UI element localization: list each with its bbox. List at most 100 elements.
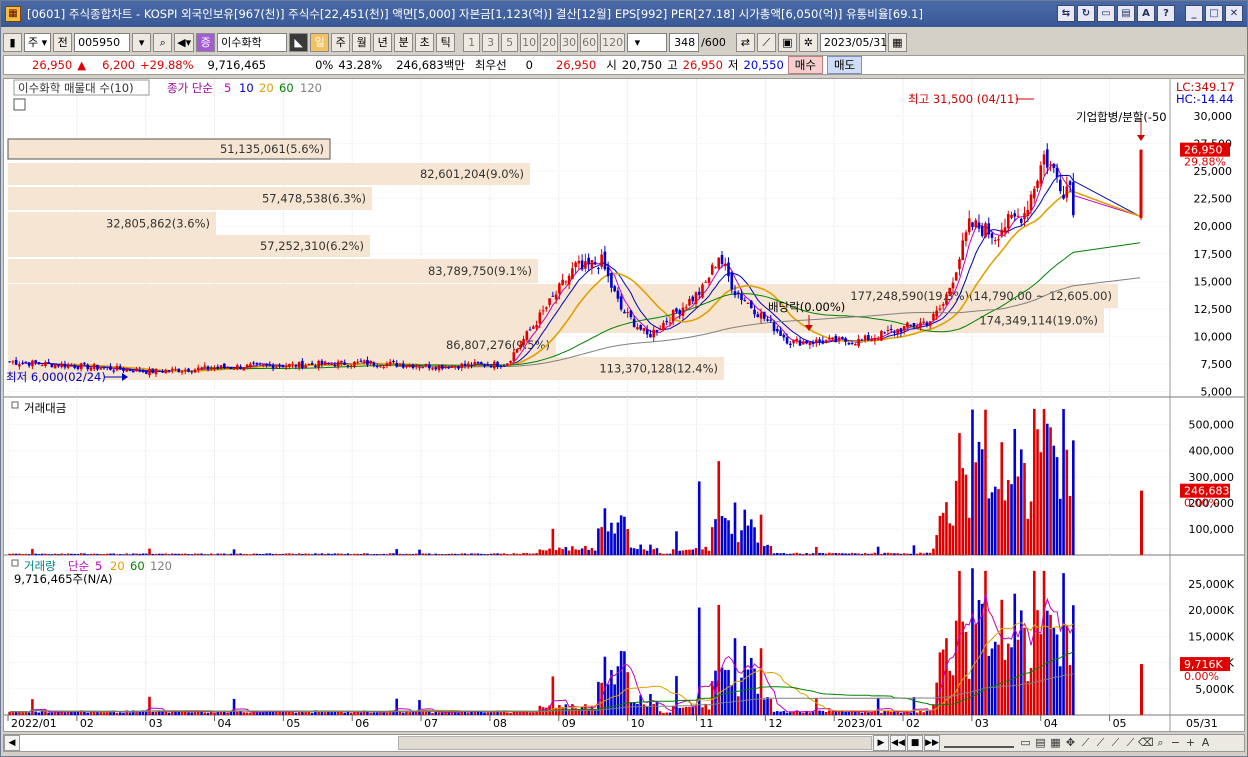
speaker-icon[interactable]: ◀▾ [174,32,195,52]
zoom-out-icon[interactable]: − [1168,735,1183,751]
amount-bar [593,550,597,555]
refresh-icon[interactable]: ↻ [1077,5,1095,22]
help-icon[interactable]: ? [1157,5,1175,22]
amount-bar [1003,500,1007,555]
candle-body [1013,213,1017,217]
rewind-icon[interactable]: ◀◀ [890,735,906,751]
erase-icon[interactable]: ⌫ [1138,735,1154,751]
zoom-icon[interactable]: ⌕ [1153,735,1168,751]
prev-button[interactable]: 전 [53,32,73,52]
amount-bar [512,553,516,555]
tool-line-icon[interactable]: ⟋ [756,32,776,52]
trend-icon-4[interactable]: ⟋ [1123,735,1138,751]
tool-arrow-icon[interactable]: ⇄ [735,32,755,52]
save-icon[interactable]: ▣ [777,32,797,52]
speed-slider[interactable] [944,738,1014,748]
link-icon[interactable]: ⇆ [1057,5,1075,22]
interval-120[interactable]: 120 [600,32,626,52]
period-tick[interactable]: 틱 [436,32,456,52]
panel-2-icon[interactable]: ▤ [1033,735,1048,751]
date-input[interactable]: 2023/05/31 [819,32,887,52]
search-icon[interactable]: ⌕ [153,32,173,52]
count-input[interactable]: 348 [669,32,700,52]
scroll-thumb[interactable] [398,736,872,750]
candle-body [37,362,41,365]
amount-bar [401,554,405,555]
amount-bar [649,544,652,555]
maximize-button[interactable]: □ [1205,5,1223,22]
zoom-in-icon[interactable]: + [1183,735,1198,751]
type-select[interactable]: 주 ▾ [24,32,52,52]
candle-body [245,364,249,368]
high-price: 26,950 [682,58,723,72]
scroll-left-button[interactable]: ◀ [4,735,20,751]
period-minute[interactable]: 분 [394,32,414,52]
interval-30[interactable]: 30 [560,32,579,52]
settings-icon[interactable]: ✲ [798,32,818,52]
scroll-track[interactable] [20,735,872,751]
x-tick-label: 07 [424,717,438,730]
close-button[interactable]: ✕ [1225,5,1243,22]
lock-icon[interactable]: ▮ [3,32,22,52]
buy-button[interactable]: 매수 [787,56,823,74]
amount-bar [343,554,346,555]
minimize-button[interactable]: _ [1185,5,1203,22]
expand-icon[interactable]: ◣ [289,32,309,52]
volume-bar [993,641,997,715]
amount-bar [375,554,379,555]
stock-name-field[interactable]: 이수화학 [217,32,288,52]
amount-bar [772,553,776,555]
interval-custom-input[interactable]: ▾ [627,32,668,52]
candle-body [154,369,158,375]
trend-icon-3[interactable]: ⟋ [1108,735,1123,751]
calendar-icon[interactable]: ▦ [887,32,907,52]
volume-bar [24,712,28,715]
interval-60[interactable]: 60 [580,32,599,52]
trend-icon-2[interactable]: ⟋ [1093,735,1108,751]
candle-body [896,329,899,335]
volume-bar [688,706,691,715]
amount-bar [808,553,812,555]
code-input[interactable]: 005950 [74,32,131,52]
amount-bar [1013,428,1017,555]
forward-icon[interactable]: ▶▶ [924,735,940,751]
auto-scale-icon[interactable]: A [1198,735,1213,751]
period-second[interactable]: 초 [415,32,435,52]
dropdown-icon[interactable]: ▾ [132,32,152,52]
volume-bar [242,712,246,715]
volume-bar [619,650,623,715]
window-icon[interactable]: ▭ [1097,5,1115,22]
interval-20[interactable]: 20 [540,32,559,52]
interval-1[interactable]: 1 [463,32,481,52]
sell-button[interactable]: 매도 [826,56,863,74]
volume-bar [922,712,925,715]
candle-body [135,368,138,371]
amount-bar [411,553,415,555]
panel-1-icon[interactable]: ▭ [1018,735,1033,751]
trend-icon-1[interactable]: ⟋ [1078,735,1093,751]
x-tick-label: 05 [286,717,300,730]
amount-legend: 거래대금 [24,401,66,415]
stop-icon[interactable]: ■ [907,735,923,751]
amount-bar [473,553,477,555]
chart-canvas[interactable]: 51,135,061(5.6%) 82,601,204(9.0%) 57,478,5… [4,79,1244,731]
panel-3-icon[interactable]: ▦ [1048,735,1063,751]
amount-bar [662,553,665,555]
play-icon[interactable]: ▶ [873,735,889,751]
period-month[interactable]: 월 [352,32,372,52]
font-icon[interactable]: A [1137,5,1155,22]
interval-5[interactable]: 5 [501,32,519,52]
candle-body [502,365,506,367]
chart-area[interactable]: 51,135,061(5.6%) 82,601,204(9.0%) 57,478,5… [3,78,1245,732]
crosshair-icon[interactable]: ✥ [1063,735,1078,751]
period-week[interactable]: 주 [331,32,351,52]
layout-icon[interactable]: ▤ [1117,5,1135,22]
interval-10[interactable]: 10 [520,32,539,52]
candle-body [242,368,246,371]
candle-body [932,313,935,321]
candle-body [271,364,275,369]
interval-3[interactable]: 3 [482,32,500,52]
period-year[interactable]: 년 [373,32,393,52]
period-day[interactable]: 일 [310,32,330,52]
amount-y-tick: 500,000 [1189,419,1235,432]
